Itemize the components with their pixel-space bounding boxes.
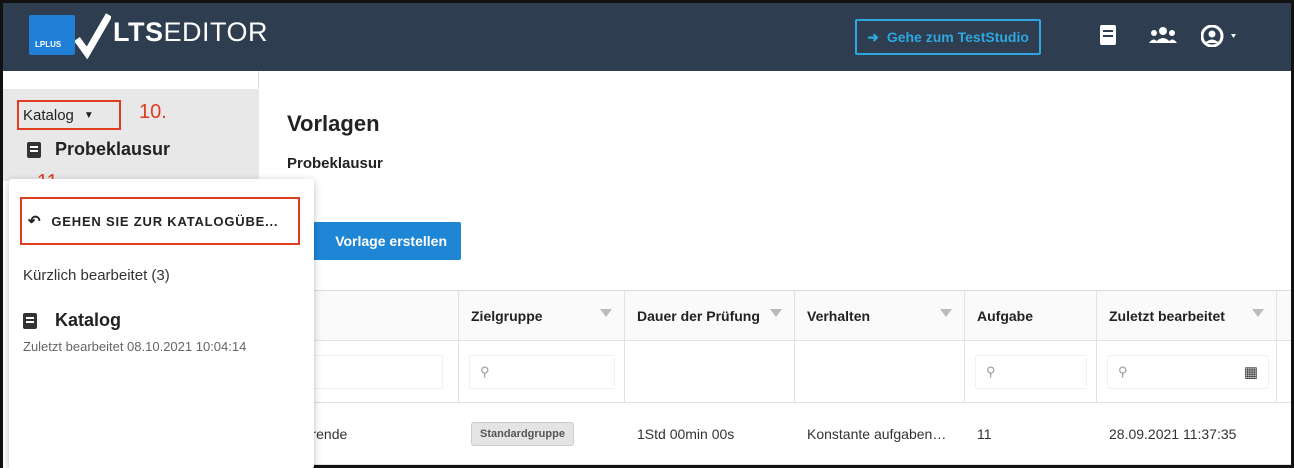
table-header-row: me Zielgruppe Dauer der Prüfung Verhalte… <box>273 291 1291 341</box>
templates-table: me Zielgruppe Dauer der Prüfung Verhalte… <box>273 290 1291 468</box>
filter-cell: ⚲ ▦ <box>1097 341 1277 403</box>
book-icon <box>23 312 37 329</box>
filter-input[interactable]: ⚲ <box>469 355 615 389</box>
teststudio-button[interactable]: ➜ Gehe zum TestStudio <box>855 19 1041 55</box>
caret-down-icon: ▼ <box>83 109 94 121</box>
filter-cell <box>625 341 795 403</box>
cell-dauer: 1Std 00min 00s <box>637 426 735 442</box>
back-arrow-icon: ↶ <box>28 213 42 230</box>
column-header-dauer[interactable]: Dauer der Prüfung <box>625 291 795 341</box>
top-bar: LPLUS LTSEDITOR ➜ Gehe zum TestStudio <box>3 3 1291 71</box>
book-icon <box>27 141 41 158</box>
search-icon: ⚲ <box>986 364 996 379</box>
column-header-zuletzt[interactable]: Zuletzt bearbeitet <box>1097 291 1277 341</box>
status-badge: Standardgruppe <box>471 422 574 446</box>
filter-icon[interactable] <box>1252 309 1264 317</box>
date-filter-input[interactable]: ⚲ ▦ <box>1107 355 1269 389</box>
filter-cell: ⚲ <box>459 341 625 403</box>
create-template-button[interactable]: Vorlage erstellen <box>293 222 461 260</box>
current-catalog-title: Probeklausur <box>27 139 170 160</box>
page-subtitle: Probeklausur <box>287 155 383 172</box>
catalog-select[interactable]: Katalog ▼ <box>17 100 121 130</box>
search-icon: ⚲ <box>1118 364 1128 379</box>
filter-input[interactable]: ⚲ <box>975 355 1087 389</box>
column-header-zielgruppe[interactable]: Zielgruppe <box>459 291 625 341</box>
recently-edited-heading: Kürzlich bearbeitet (3) <box>23 267 170 284</box>
column-header-verhalten[interactable]: Verhalten <box>795 291 965 341</box>
filter-icon[interactable] <box>940 309 952 317</box>
recent-catalog-timestamp: Zuletzt bearbeitet 08.10.2021 10:04:14 <box>23 339 247 354</box>
calendar-icon[interactable]: ▦ <box>1244 363 1258 381</box>
cell-aufgabe: 11 <box>977 426 992 442</box>
column-header-aufgabe[interactable]: Aufgabe <box>965 291 1097 341</box>
user-account-icon[interactable] <box>1200 24 1241 53</box>
app-logo[interactable]: LTSEDITOR <box>113 17 268 48</box>
filter-row: ⚲ ⚲ ⚲ ⚲▦ <box>273 341 1291 403</box>
cell-verhalten: Konstante aufgaben… <box>807 426 947 442</box>
search-icon: ⚲ <box>480 364 490 379</box>
logo-small-text: LPLUS <box>35 40 62 49</box>
cell-zielgruppe: Standardgruppe <box>459 403 625 465</box>
page-title: Vorlagen <box>287 111 380 136</box>
logo-box <box>29 15 75 55</box>
step-label-10: 10. <box>139 101 167 123</box>
filter-icon[interactable] <box>770 309 782 317</box>
book-icon[interactable] <box>1100 25 1116 51</box>
external-arrow-icon: ➜ <box>867 28 879 45</box>
catalog-dropdown-menu: ↶ GEHEN SIE ZUR KATALOGÜBE... Kürzlich b… <box>9 179 314 468</box>
goto-catalog-overview-item[interactable]: ↶ GEHEN SIE ZUR KATALOGÜBE... <box>20 197 300 245</box>
recent-catalog-item[interactable]: Katalog <box>23 310 121 331</box>
table-row[interactable]: udierende Standardgruppe 1Std 00min 00s … <box>273 403 1291 465</box>
filter-icon[interactable] <box>600 309 612 317</box>
logo-check-icon <box>75 13 111 59</box>
users-icon[interactable] <box>1149 25 1177 51</box>
filter-cell: ⚲ <box>965 341 1097 403</box>
cell-zuletzt: 28.09.2021 11:37:35 <box>1109 426 1237 442</box>
filter-cell <box>795 341 965 403</box>
